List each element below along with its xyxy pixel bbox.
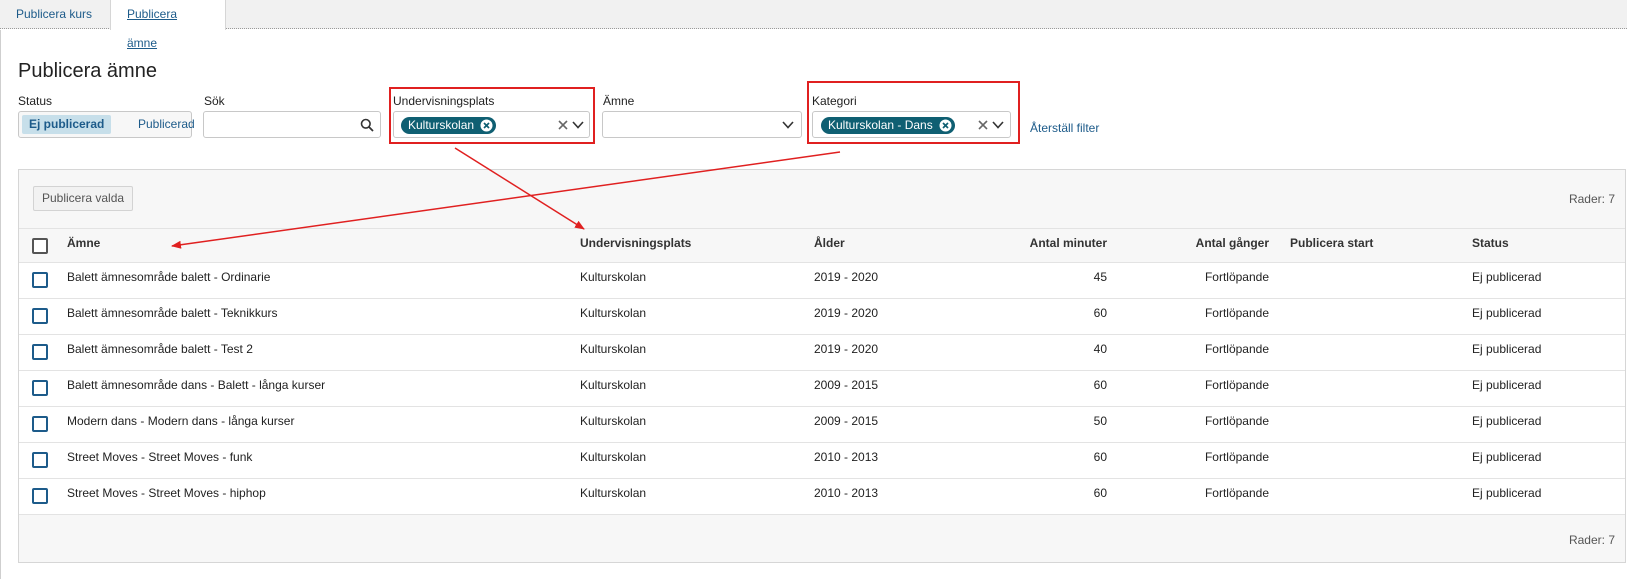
cell-minuter: 60 xyxy=(1093,450,1107,464)
cell-minuter: 45 xyxy=(1093,270,1107,284)
cell-amne: Street Moves - Street Moves - hiphop xyxy=(67,486,266,500)
search-input[interactable] xyxy=(208,115,358,134)
cell-alder: 2019 - 2020 xyxy=(814,342,879,356)
cell-status: Ej publicerad xyxy=(1472,378,1542,392)
cell-minuter: 60 xyxy=(1093,306,1107,320)
table-row[interactable]: Balett ämnesområde dans - Balett - långa… xyxy=(19,371,1625,407)
table-row[interactable]: Street Moves - Street Moves - funk Kultu… xyxy=(19,443,1625,479)
cell-status: Ej publicerad xyxy=(1472,450,1542,464)
tab-publicera-amne[interactable]: Publicera ämne xyxy=(110,0,226,50)
cell-start xyxy=(1290,299,1470,335)
cell-minuter: 40 xyxy=(1093,342,1107,356)
table-row[interactable]: Balett ämnesområde balett - Ordinarie Ku… xyxy=(19,263,1625,299)
annotation-box-kategori xyxy=(807,81,1020,144)
cell-start xyxy=(1290,335,1470,371)
cell-start xyxy=(1290,407,1470,443)
tab-publicera-kurs[interactable]: Publicera kurs xyxy=(0,0,110,29)
status-publicerad-button[interactable]: Publicerad xyxy=(131,115,202,134)
cell-start xyxy=(1290,479,1470,515)
cell-plats: Kulturskolan xyxy=(580,378,647,392)
row-checkbox[interactable] xyxy=(32,344,48,360)
cell-alder: 2009 - 2015 xyxy=(814,378,879,392)
cell-plats: Kulturskolan xyxy=(580,450,647,464)
header-status[interactable]: Status xyxy=(1472,229,1622,264)
status-toggle: Ej publicerad Publicerad xyxy=(18,111,195,138)
page: Publicera kurs Publicera ämne Publicera … xyxy=(0,0,1627,579)
cell-amne: Modern dans - Modern dans - långa kurser xyxy=(67,414,295,428)
cell-minuter: 60 xyxy=(1093,378,1107,392)
chevron-down-icon[interactable] xyxy=(781,119,795,131)
cell-status: Ej publicerad xyxy=(1472,270,1542,284)
row-checkbox[interactable] xyxy=(32,380,48,396)
cell-ganger: Fortlöpande xyxy=(1204,306,1269,320)
cell-ganger: Fortlöpande xyxy=(1204,378,1269,392)
search-icon[interactable] xyxy=(360,118,374,132)
cell-alder: 2010 - 2013 xyxy=(814,450,879,464)
cell-status: Ej publicerad xyxy=(1472,486,1542,500)
cell-ganger: Fortlöpande xyxy=(1204,450,1269,464)
cell-minuter: 60 xyxy=(1093,486,1107,500)
table-header: Ämne Undervisningsplats Ålder Antal minu… xyxy=(19,228,1625,263)
table-row[interactable]: Modern dans - Modern dans - långa kurser… xyxy=(19,407,1625,443)
header-alder[interactable]: Ålder xyxy=(814,229,964,264)
table-panel: Publicera valda Rader: 7 Ämne Undervisni… xyxy=(18,169,1626,563)
amne-label: Ämne xyxy=(603,94,635,108)
cell-start xyxy=(1290,263,1470,299)
cell-alder: 2019 - 2020 xyxy=(814,270,879,284)
cell-ganger: Fortlöpande xyxy=(1204,342,1269,356)
cell-plats: Kulturskolan xyxy=(580,342,647,356)
data-table: Ämne Undervisningsplats Ålder Antal minu… xyxy=(19,228,1625,515)
cell-status: Ej publicerad xyxy=(1472,414,1542,428)
cell-amne: Balett ämnesområde balett - Teknikkurs xyxy=(67,306,278,320)
main-content: Publicera ämne Status Ej publicerad Publ… xyxy=(0,30,1627,579)
cell-status: Ej publicerad xyxy=(1472,342,1542,356)
cell-plats: Kulturskolan xyxy=(580,306,647,320)
header-antal-minuter[interactable]: Antal minuter xyxy=(964,229,1107,264)
cell-amne: Balett ämnesområde dans - Balett - långa… xyxy=(67,378,326,392)
amne-select[interactable] xyxy=(602,111,802,138)
row-checkbox[interactable] xyxy=(32,416,48,432)
cell-status: Ej publicerad xyxy=(1472,306,1542,320)
header-amne[interactable]: Ämne xyxy=(67,229,547,264)
cell-alder: 2009 - 2015 xyxy=(814,414,879,428)
header-undervisningsplats[interactable]: Undervisningsplats xyxy=(580,229,800,264)
table-row[interactable]: Balett ämnesområde balett - Teknikkurs K… xyxy=(19,299,1625,335)
cell-ganger: Fortlöpande xyxy=(1204,486,1269,500)
cell-start xyxy=(1290,443,1470,479)
header-publicera-start[interactable]: Publicera start xyxy=(1290,229,1470,264)
annotation-box-undervisningsplats xyxy=(389,87,595,144)
cell-alder: 2010 - 2013 xyxy=(814,486,879,500)
cell-amne: Balett ämnesområde balett - Test 2 xyxy=(67,342,253,356)
table-row[interactable]: Balett ämnesområde balett - Test 2 Kultu… xyxy=(19,335,1625,371)
reset-filter-link[interactable]: Återställ filter xyxy=(1030,121,1099,135)
header-antal-ganger[interactable]: Antal gånger xyxy=(1109,229,1269,264)
cell-plats: Kulturskolan xyxy=(580,270,647,284)
cell-amne: Street Moves - Street Moves - funk xyxy=(67,450,253,464)
cell-ganger: Fortlöpande xyxy=(1204,270,1269,284)
status-ej-publicerad-button[interactable]: Ej publicerad xyxy=(22,115,112,134)
cell-amne: Balett ämnesområde balett - Ordinarie xyxy=(67,270,271,284)
cell-start xyxy=(1290,371,1470,407)
cell-alder: 2019 - 2020 xyxy=(814,306,879,320)
rows-count-bottom: Rader: 7 xyxy=(1568,533,1615,547)
cell-minuter: 50 xyxy=(1093,414,1107,428)
status-label: Status xyxy=(18,94,53,108)
page-title: Publicera ämne xyxy=(18,60,157,82)
cell-plats: Kulturskolan xyxy=(580,414,647,428)
row-checkbox[interactable] xyxy=(32,452,48,468)
cell-plats: Kulturskolan xyxy=(580,486,647,500)
tab-bar: Publicera kurs Publicera ämne xyxy=(0,0,1627,50)
search-label: Sök xyxy=(204,94,225,108)
select-all-checkbox[interactable] xyxy=(32,238,48,254)
row-checkbox[interactable] xyxy=(32,308,48,324)
search-field xyxy=(203,111,381,138)
cell-ganger: Fortlöpande xyxy=(1204,414,1269,428)
publicera-valda-button[interactable]: Publicera valda xyxy=(33,186,134,211)
row-checkbox[interactable] xyxy=(32,272,48,288)
row-checkbox[interactable] xyxy=(32,488,48,504)
table-row[interactable]: Street Moves - Street Moves - hiphop Kul… xyxy=(19,479,1625,515)
rows-count-top: Rader: 7 xyxy=(1568,192,1615,206)
